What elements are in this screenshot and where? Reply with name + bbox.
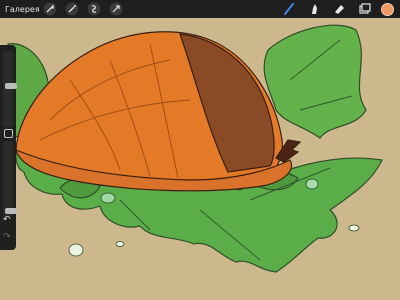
top-toolbar: Галерея [0, 0, 400, 18]
transform-arrow-icon[interactable] [108, 1, 124, 17]
color-picker-button[interactable] [381, 2, 394, 16]
brush-size-handle[interactable] [5, 82, 17, 89]
smudge-icon[interactable] [306, 1, 322, 17]
gallery-button[interactable]: Галерея [5, 5, 40, 14]
modify-button[interactable] [4, 129, 13, 138]
right-tool-group [281, 1, 394, 17]
undo-icon[interactable]: ↶ [3, 216, 11, 225]
opacity-handle[interactable] [5, 207, 17, 214]
left-sidebar: ↶ ↷ [0, 45, 17, 250]
actions-wrench-icon[interactable] [42, 1, 58, 17]
layers-icon[interactable] [356, 1, 372, 17]
eraser-icon[interactable] [331, 1, 347, 17]
left-tool-group [42, 1, 124, 17]
brush-icon[interactable] [281, 1, 297, 17]
drawing-canvas[interactable] [0, 0, 400, 300]
brush-size-slider[interactable] [3, 51, 17, 127]
redo-icon[interactable]: ↷ [3, 233, 11, 242]
selection-icon[interactable] [86, 1, 102, 17]
adjustments-wand-icon[interactable] [64, 1, 80, 17]
opacity-slider[interactable] [3, 141, 17, 217]
